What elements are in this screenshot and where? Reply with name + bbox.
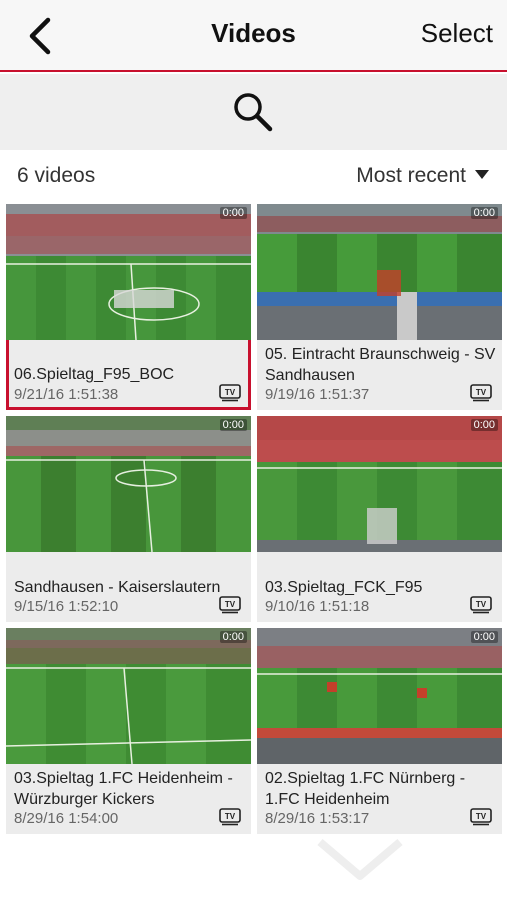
chevron-down-watermark-icon	[317, 838, 403, 880]
tv-badge-label: TV	[225, 812, 236, 821]
video-duration: 0:00	[470, 631, 498, 643]
video-count: 6 videos	[17, 164, 96, 187]
search-bar[interactable]	[0, 74, 507, 150]
tv-badge-label: TV	[476, 600, 487, 609]
video-thumbnail: 0:00	[6, 204, 251, 340]
video-date: 9/19/16 1:51:37	[265, 386, 370, 403]
video-date: 8/29/16 1:54:00	[14, 810, 119, 827]
tv-icon: TV	[470, 596, 492, 614]
sort-label: Most recent	[356, 164, 466, 187]
video-duration: 0:00	[470, 419, 498, 431]
navigation-bar: Videos Select	[0, 0, 507, 72]
sort-dropdown[interactable]: Most recent	[356, 164, 489, 188]
tv-badge-label: TV	[476, 812, 487, 821]
video-title: 02.Spieltag 1.FC Nürnberg - 1.FC Heidenh…	[265, 770, 466, 808]
video-date: 9/21/16 1:51:38	[14, 386, 119, 403]
video-thumbnail: 0:00	[257, 204, 502, 340]
video-date: 9/10/16 1:51:18	[265, 598, 370, 615]
video-date: 8/29/16 1:53:17	[265, 810, 370, 827]
video-thumbnail: 0:00	[257, 416, 502, 552]
video-duration: 0:00	[219, 207, 247, 219]
tv-badge-label: TV	[225, 388, 236, 397]
video-title: 06.Spieltag_F95_BOC	[14, 366, 175, 383]
tv-badge-label: TV	[225, 600, 236, 609]
video-thumbnail: 0:00	[257, 628, 502, 764]
tv-badge-label: TV	[476, 388, 487, 397]
video-duration: 0:00	[219, 631, 247, 643]
select-button[interactable]: Select	[421, 18, 493, 49]
video-duration: 0:00	[219, 419, 247, 431]
tv-icon: TV	[219, 808, 241, 826]
video-card[interactable]: 0:00 05. Eintracht Braunschweig - SV San…	[257, 204, 502, 410]
video-thumbnail: 0:00	[6, 416, 251, 552]
tv-icon: TV	[219, 384, 241, 402]
video-card[interactable]: 0:00 Sandhausen - Kaiserslautern 9/15/16…	[6, 416, 251, 622]
tv-icon: TV	[470, 808, 492, 826]
video-title: 03.Spieltag 1.FC Heidenheim - Würzburger…	[14, 770, 233, 808]
video-date: 9/15/16 1:52:10	[14, 598, 119, 615]
tv-icon: TV	[470, 384, 492, 402]
video-thumbnail: 0:00	[6, 628, 251, 764]
video-title: 05. Eintracht Braunschweig - SV Sandhaus…	[265, 346, 496, 384]
tv-icon: TV	[219, 596, 241, 614]
video-title: 03.Spieltag_FCK_F95	[265, 579, 423, 596]
list-header: 6 videos Most recent	[0, 150, 507, 202]
video-duration: 0:00	[470, 207, 498, 219]
video-card[interactable]: 0:00 03.Spieltag_FCK_F95 9/10/16 1:51:18…	[257, 416, 502, 622]
caret-down-icon	[475, 170, 489, 179]
video-card[interactable]: 0:00 06.Spieltag_F95_BOC 9/21/16 1:51:38…	[6, 204, 251, 410]
video-card[interactable]: 0:00 02.Spieltag 1.FC Nürnberg - 1.FC He…	[257, 628, 502, 834]
video-card[interactable]: 0:00 03.Spieltag 1.FC Heidenheim - Würzb…	[6, 628, 251, 834]
magnifier-icon[interactable]	[232, 91, 274, 133]
video-title: Sandhausen - Kaiserslautern	[14, 579, 221, 596]
